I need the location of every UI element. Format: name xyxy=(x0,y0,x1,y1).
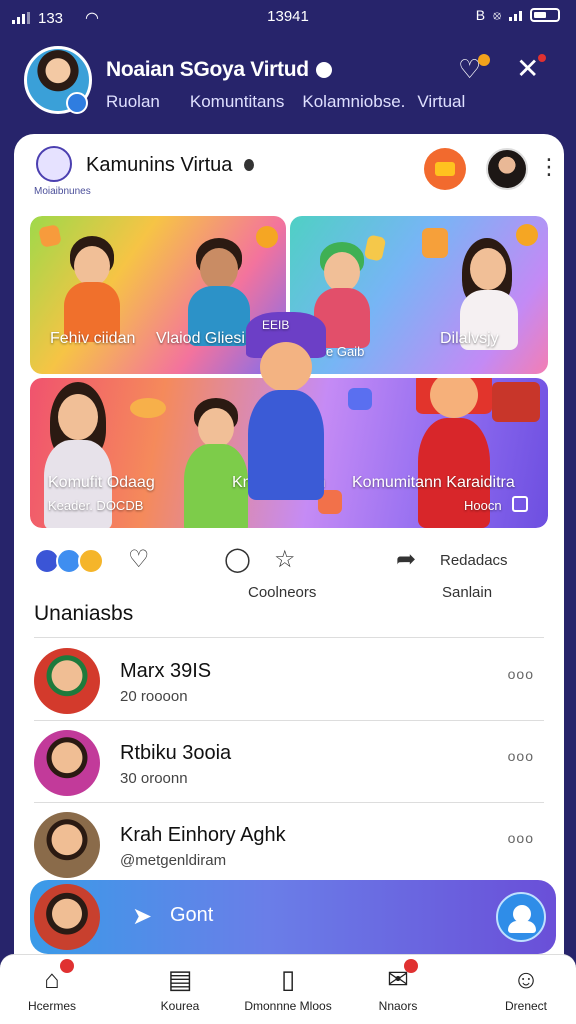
gift-icon xyxy=(492,382,540,422)
more-options-icon[interactable]: ooo xyxy=(508,748,534,764)
collage-label: Vlaiod Gliesib xyxy=(156,330,254,347)
profile-header: Noaian SGoya Virtud Ruolan Komuntitans K… xyxy=(0,40,576,124)
divider xyxy=(34,720,544,721)
member-sub: 30 oroonn xyxy=(120,770,188,787)
chat-avatar xyxy=(34,884,100,950)
nav-item-profile[interactable]: ☺ Drenect xyxy=(476,963,576,1013)
document-icon: ▯ xyxy=(280,964,296,994)
dot-icon xyxy=(243,159,254,171)
comment-icon[interactable]: ◯ xyxy=(224,548,251,572)
member-sub: 20 roooon xyxy=(120,688,188,705)
verified-icon xyxy=(316,62,333,78)
status-right: B ⦻ xyxy=(476,7,560,23)
sticker-icon xyxy=(422,228,448,258)
nav-label: Hcermes xyxy=(27,999,76,1013)
share-label[interactable]: Redadacs xyxy=(440,552,508,569)
member-name: Marx 39IS xyxy=(120,660,212,682)
share-icon[interactable]: ➦ xyxy=(396,548,416,572)
nav-item-inbox[interactable]: ▤ Kourea xyxy=(130,963,230,1013)
avatar xyxy=(34,648,100,714)
tab-komuntitans[interactable]: Komuntitans xyxy=(190,92,285,112)
more-options-icon[interactable]: ⋮ xyxy=(538,156,560,178)
status-bar: 133 ◠ 13941 B ⦻ xyxy=(0,0,576,34)
chat-bubble-button[interactable] xyxy=(424,148,466,190)
tab-ruolan[interactable]: Ruolan xyxy=(106,92,160,112)
list-item[interactable]: Rtbiku 3ooia 30 oroonn ooo xyxy=(34,722,544,802)
sticker-icon xyxy=(38,224,62,248)
chat-label[interactable]: Gont xyxy=(170,904,213,927)
sticker-icon xyxy=(516,224,538,246)
member-sub: @metgenldiram xyxy=(120,852,227,869)
mail-icon: ✉ xyxy=(387,964,409,994)
page-title: Noaian SGoya Virtud xyxy=(106,58,333,82)
reaction-emoji-icon[interactable] xyxy=(78,548,104,574)
header-tabs: Ruolan Komuntitans Kolamniobse. Virtual xyxy=(106,92,465,112)
comments-label[interactable]: Coolneors xyxy=(248,584,316,601)
tab-virtual[interactable]: Virtual xyxy=(417,92,465,112)
profile-icon: ☺ xyxy=(512,964,540,994)
more-options-icon[interactable]: ooo xyxy=(508,666,534,682)
notification-badge xyxy=(478,54,490,66)
community-title-text: Kamunins Virtua xyxy=(86,154,233,176)
nav-item-home[interactable]: ⌂ Hcermes xyxy=(2,963,102,1013)
more-options-icon[interactable]: ooo xyxy=(508,830,534,846)
divider xyxy=(34,637,544,638)
avatar xyxy=(34,812,100,878)
sticker-icon xyxy=(130,398,166,418)
tab-kolamniobse[interactable]: Kolamniobse. xyxy=(302,92,405,112)
member-name: Rtbiku 3ooia xyxy=(120,742,232,764)
community-subtitle: Moiaibnunes xyxy=(34,186,91,197)
chat-profile-button[interactable] xyxy=(496,892,546,942)
collage-footer-left: Keader. DOCDB xyxy=(48,498,144,513)
sticker-icon xyxy=(348,388,372,410)
list-item[interactable]: Krah Einhory Aghk @metgenldiram ooo xyxy=(34,804,544,884)
avatar xyxy=(34,730,100,796)
nav-label: Kourea xyxy=(160,999,200,1013)
collage-label: EEIB xyxy=(262,318,290,332)
collage-footer-right: Hoocn xyxy=(464,498,502,513)
mute-icon: ⦻ xyxy=(493,7,501,22)
nav-item-documents[interactable]: ▯ Dmonnne Mloos xyxy=(238,963,338,1013)
chat-bubble-icon xyxy=(435,162,455,176)
close-badge xyxy=(538,54,546,62)
save-label[interactable]: Sanlain xyxy=(442,584,492,601)
notification-badge xyxy=(60,959,74,973)
notification-badge xyxy=(404,959,418,973)
collage-label: Komumitann Karaiditra xyxy=(352,474,515,491)
star-icon[interactable]: ☆ xyxy=(274,548,296,572)
member-name: Krah Einhory Aghk xyxy=(120,824,286,846)
home-icon: ⌂ xyxy=(44,964,60,994)
sticker-icon xyxy=(256,226,278,248)
verified-badge-icon xyxy=(66,92,88,114)
nav-label: Nnaors xyxy=(378,999,418,1013)
section-title: Unaniasbs xyxy=(34,602,134,625)
heart-icon[interactable]: ♡ xyxy=(128,548,150,572)
sticker-icon xyxy=(363,234,387,262)
nav-item-messages[interactable]: ✉ Nnaors xyxy=(348,963,448,1013)
community-icon[interactable] xyxy=(36,146,72,182)
list-item[interactable]: Marx 39IS 20 roooon ooo xyxy=(34,640,544,720)
collage-label: Fehiv ciidan xyxy=(50,330,136,347)
nav-label: Drenect xyxy=(504,999,548,1013)
user-avatar[interactable] xyxy=(486,148,528,190)
community-collage[interactable]: Fehiv ciidan Vlaiod Gliesib Dilalvsjy Ko… xyxy=(30,216,548,528)
expand-icon[interactable] xyxy=(512,496,528,512)
inbox-icon: ▤ xyxy=(167,964,193,994)
cellular-icon xyxy=(509,9,522,21)
divider xyxy=(34,802,544,803)
battery-icon xyxy=(530,8,560,22)
collage-label: e Gaib xyxy=(326,344,365,359)
close-icon[interactable]: ✕ xyxy=(516,52,539,85)
nav-label: Dmonnne Mloos xyxy=(244,999,332,1013)
send-icon: ➤ xyxy=(132,903,153,930)
bottom-nav: ⌂ Hcermes ▤ Kourea ▯ Dmonnne Mloos ✉ Nna… xyxy=(0,954,576,1024)
bluetooth-icon: B xyxy=(475,7,486,23)
community-title: Kamunins Virtua xyxy=(86,154,254,177)
community-card: Kamunins Virtua Moiaibnunes ⋮ Fehiv ciid… xyxy=(14,134,564,1024)
collage-label: Dilalvsjy xyxy=(440,330,499,347)
collage-label: Komufit Odaag xyxy=(48,474,155,491)
page-title-text: Noaian SGoya Virtud xyxy=(106,58,309,81)
chat-bar[interactable]: ➤ Gont xyxy=(30,880,556,954)
